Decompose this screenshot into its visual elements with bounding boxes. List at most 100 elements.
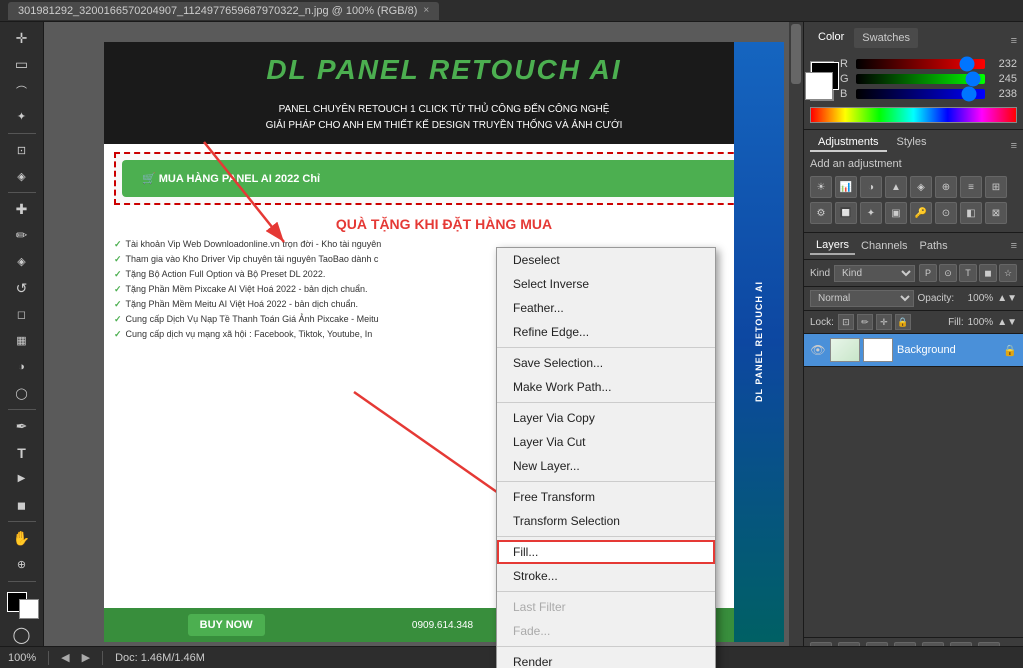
ctx-new-layer[interactable]: New Layer... (497, 454, 715, 478)
tab-paths[interactable]: Paths (914, 238, 954, 254)
color-balance-btn[interactable]: ≡ (960, 176, 982, 198)
lock-position-btn[interactable]: ✛ (876, 314, 892, 330)
pen-tool-button[interactable]: ✒ (7, 414, 37, 438)
blue-slider[interactable] (856, 89, 985, 99)
color-lookup-btn[interactable]: ✦ (860, 202, 882, 224)
blend-mode-select[interactable]: Normal Multiply Screen (810, 290, 914, 307)
ctx-make-work-path[interactable]: Make Work Path... (497, 375, 715, 399)
canvas-vertical-scrollbar[interactable] (789, 22, 803, 668)
filter-type-btn[interactable]: T (959, 264, 977, 282)
red-slider[interactable] (856, 59, 985, 69)
move-tool-button[interactable]: ✛ (7, 26, 37, 50)
color-spectrum-bar[interactable] (810, 107, 1017, 123)
filter-pixel-btn[interactable]: P (919, 264, 937, 282)
kind-select[interactable]: Kind (834, 265, 915, 282)
layers-panel-menu[interactable]: ≡ (1011, 240, 1017, 252)
green-slider-row: G 245 (840, 73, 1017, 85)
add-adjustment-label: Add an adjustment (810, 158, 1017, 170)
tab-styles[interactable]: Styles (889, 134, 935, 152)
kind-label: Kind (810, 268, 830, 279)
exposure-btn[interactable]: ▲ (885, 176, 907, 198)
ctx-deselect[interactable]: Deselect (497, 248, 715, 272)
lock-transparent-btn[interactable]: ⊡ (838, 314, 854, 330)
gradient-tool-button[interactable]: ▦ (7, 329, 37, 353)
channel-mixer-btn[interactable]: 🔲 (835, 202, 857, 224)
black-white-btn[interactable]: ⊞ (985, 176, 1007, 198)
ctx-transform-selection[interactable]: Transform Selection (497, 509, 715, 533)
background-color[interactable] (805, 72, 833, 100)
vibrance-btn[interactable]: ◈ (910, 176, 932, 198)
blue-label: B (840, 88, 852, 100)
layer-visibility-toggle[interactable]: 👁 (810, 342, 826, 358)
brightness-contrast-btn[interactable]: ☀ (810, 176, 832, 198)
green-slider[interactable] (856, 74, 985, 84)
ctx-feather[interactable]: Feather... (497, 296, 715, 320)
quick-mask-button[interactable]: ◯ (13, 625, 31, 645)
photo-filter-btn[interactable]: ⚙ (810, 202, 832, 224)
threshold-btn[interactable]: ⊙ (935, 202, 957, 224)
history-brush-tool-button[interactable]: ↺ (7, 276, 37, 300)
ctx-render[interactable]: Render (497, 650, 715, 668)
ctx-refine-edge[interactable]: Refine Edge... (497, 320, 715, 344)
posterize-btn[interactable]: 🔑 (910, 202, 932, 224)
zoom-tool-button[interactable]: ⊕ (7, 552, 37, 576)
fill-stepper[interactable]: ▲▼ (997, 317, 1017, 328)
green-value: 245 (989, 73, 1017, 85)
next-state-btn[interactable]: ▶ (82, 651, 90, 664)
color-tab-color[interactable]: Color (810, 28, 852, 48)
color-swatch-container[interactable] (810, 61, 834, 101)
layer-item-background[interactable]: 👁 Background 🔒 (804, 334, 1023, 367)
type-tool-button[interactable]: T (7, 441, 37, 465)
background-color-swatch[interactable] (19, 599, 39, 619)
levels-btn[interactable]: 📊 (835, 176, 857, 198)
hand-tool-button[interactable]: ✋ (7, 526, 37, 550)
lasso-tool-button[interactable]: ⌒ (7, 79, 37, 103)
brush-tool-button[interactable]: ✏ (7, 224, 37, 248)
eraser-tool-button[interactable]: ◻ (7, 302, 37, 326)
marquee-tool-button[interactable]: ▭ (7, 52, 37, 76)
lock-image-btn[interactable]: ✏ (857, 314, 873, 330)
filter-smart-btn[interactable]: ☆ (999, 264, 1017, 282)
hue-saturation-btn[interactable]: ⊕ (935, 176, 957, 198)
selection-area: 🛒 MUA HÀNG PANEL AI 2022 Chỉ 2499K (114, 152, 774, 205)
document-tab[interactable]: 301981292_3200166570204907_1124977659687… (8, 2, 439, 20)
healing-tool-button[interactable]: ✚ (7, 197, 37, 221)
dodge-tool-button[interactable]: ◯ (7, 381, 37, 405)
adjustments-panel-menu[interactable]: ≡ (1011, 140, 1017, 152)
tab-layers[interactable]: Layers (810, 237, 855, 255)
buy-button[interactable]: 🛒 MUA HÀNG PANEL AI 2022 Chỉ (122, 160, 766, 197)
lock-all-btn[interactable]: 🔒 (895, 314, 911, 330)
magic-wand-tool-button[interactable]: ✦ (7, 105, 37, 129)
path-selection-tool-button[interactable]: ▶ (7, 467, 37, 491)
filter-adj-btn[interactable]: ⊙ (939, 264, 957, 282)
clone-tool-button[interactable]: ◈ (7, 250, 37, 274)
tab-adjustments[interactable]: Adjustments (810, 134, 887, 152)
layer-image-thumb (830, 338, 860, 362)
ctx-fill[interactable]: Fill... (497, 540, 715, 564)
selective-color-btn[interactable]: ⊠ (985, 202, 1007, 224)
gradient-map-btn[interactable]: ◧ (960, 202, 982, 224)
tab-channels[interactable]: Channels (855, 238, 913, 254)
prev-state-btn[interactable]: ◀ (61, 651, 69, 664)
ctx-layer-via-copy[interactable]: Layer Via Copy (497, 406, 715, 430)
eyedropper-tool-button[interactable]: ◈ (7, 164, 37, 188)
invert-btn[interactable]: ▣ (885, 202, 907, 224)
blur-tool-button[interactable]: ◑ (7, 355, 37, 379)
filter-shape-btn[interactable]: ◼ (979, 264, 997, 282)
close-tab-button[interactable]: × (423, 5, 429, 16)
ctx-layer-via-cut[interactable]: Layer Via Cut (497, 430, 715, 454)
ctx-stroke[interactable]: Stroke... (497, 564, 715, 588)
shape-tool-button[interactable]: ◼ (7, 493, 37, 517)
crop-tool-button[interactable]: ⊡ (7, 138, 37, 162)
ctx-select-inverse[interactable]: Select Inverse (497, 272, 715, 296)
color-panel-menu[interactable]: ≡ (1011, 35, 1017, 47)
ctx-save-selection[interactable]: Save Selection... (497, 351, 715, 375)
color-tab-swatches[interactable]: Swatches (854, 28, 918, 48)
v-scrollbar-thumb[interactable] (791, 24, 801, 84)
opacity-stepper[interactable]: ▲▼ (997, 293, 1017, 304)
ctx-sep-4 (497, 536, 715, 537)
curves-btn[interactable]: ◑ (860, 176, 882, 198)
color-picker[interactable] (5, 590, 39, 619)
buy-now-button[interactable]: BUY NOW (188, 614, 265, 636)
ctx-free-transform[interactable]: Free Transform (497, 485, 715, 509)
